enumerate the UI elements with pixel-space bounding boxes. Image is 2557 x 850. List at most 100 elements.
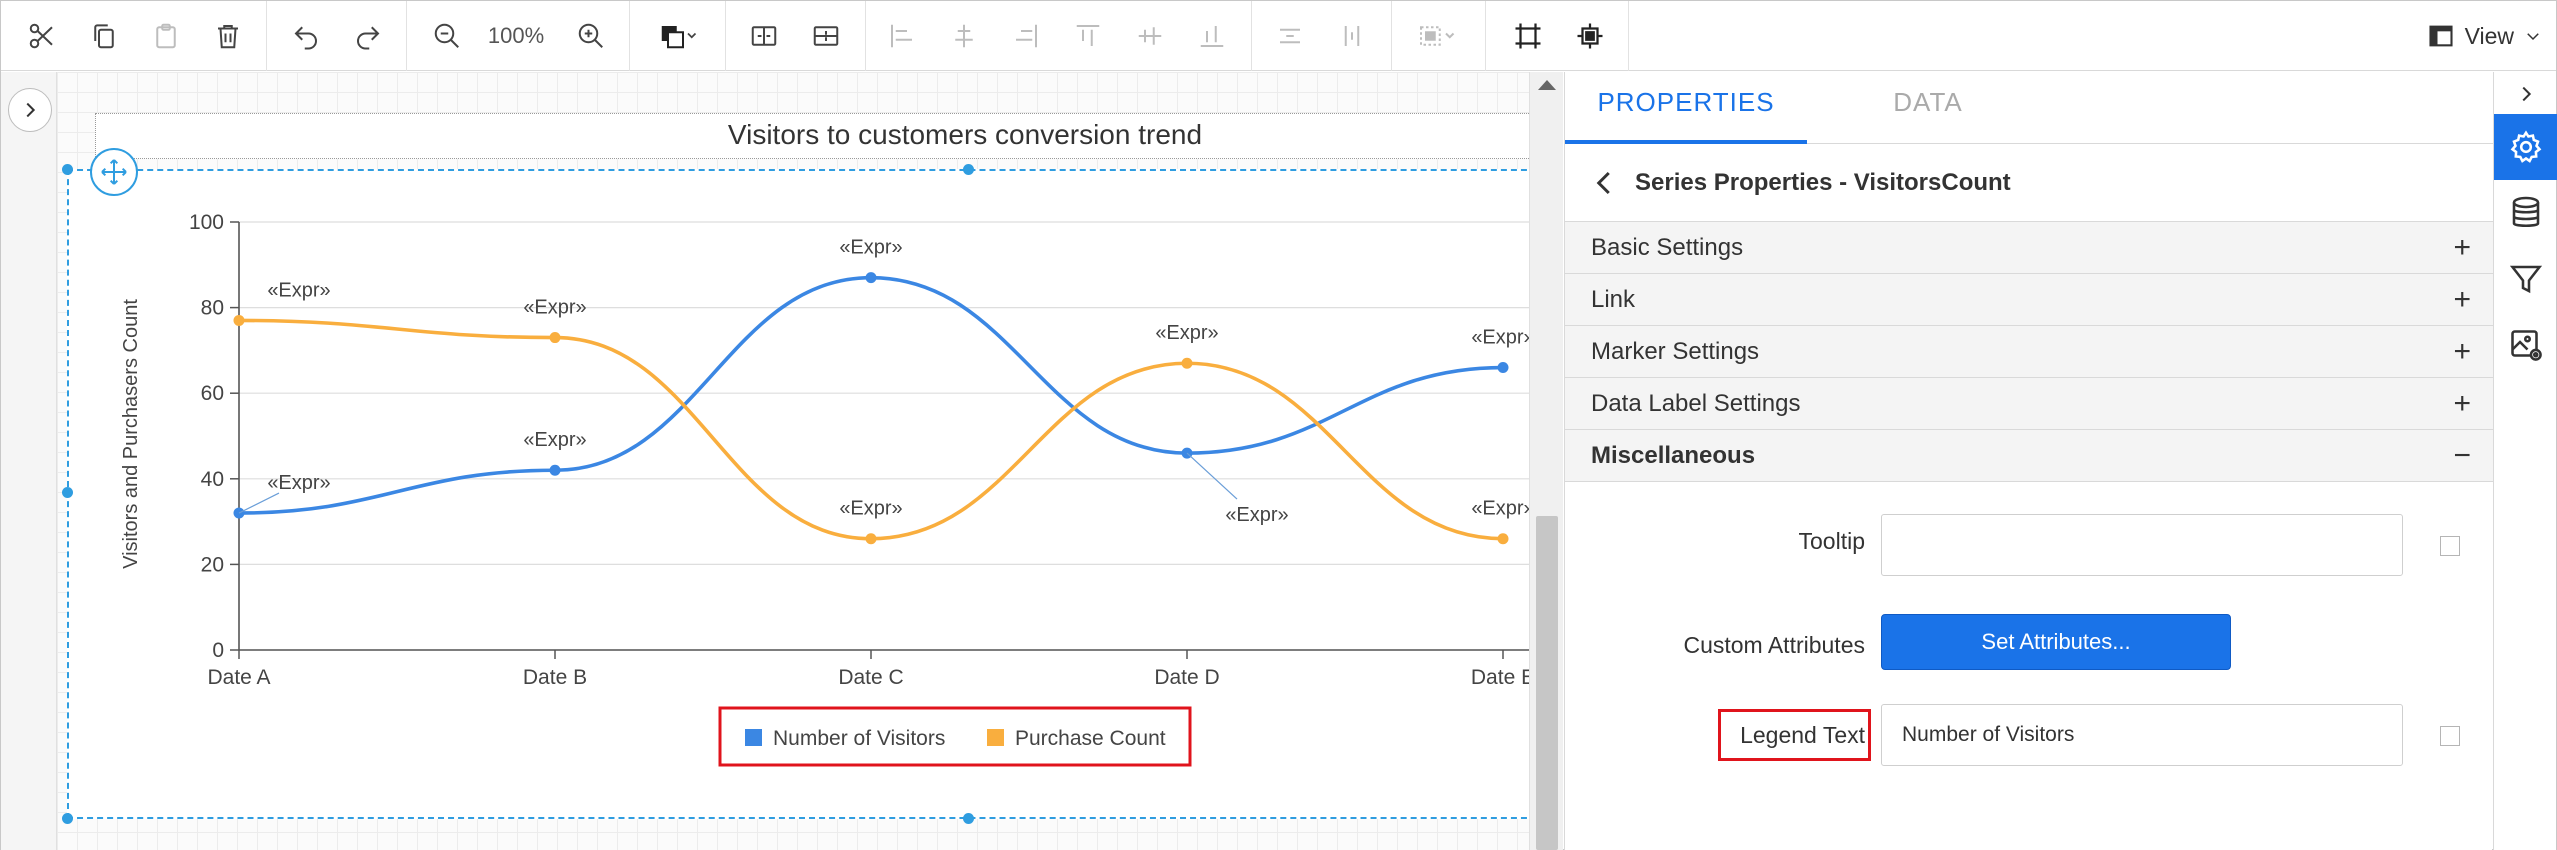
delete-icon[interactable] <box>204 11 252 61</box>
data-label: «Expr» <box>839 237 902 259</box>
fit-to-screen-icon[interactable] <box>1566 11 1614 61</box>
section-marker-settings[interactable]: Marker Settings + <box>1565 326 2493 378</box>
zoom-in-icon[interactable] <box>567 11 615 61</box>
data-point <box>865 533 877 545</box>
data-label: «Expr» <box>267 279 330 301</box>
properties-panel: PROPERTIES DATA Series Properties - Visi… <box>1564 72 2493 850</box>
data-label: «Expr» <box>1471 327 1534 349</box>
legend-entry[interactable]: Number of Visitors <box>773 727 945 750</box>
legend-text-expression-checkbox[interactable] <box>2440 726 2460 746</box>
chart-legend[interactable]: Number of Visitors Purchase Count <box>745 727 1166 750</box>
toolbar-separator <box>725 1 726 71</box>
section-miscellaneous[interactable]: Miscellaneous − <box>1565 430 2493 482</box>
toolbar-separator <box>865 1 866 71</box>
y-tick-label: 60 <box>201 382 224 405</box>
data-point <box>233 314 245 326</box>
data-label-connector <box>238 492 280 514</box>
section-link[interactable]: Link + <box>1565 274 2493 326</box>
panel-tabs: PROPERTIES DATA <box>1565 72 2493 144</box>
set-attributes-button[interactable]: Set Attributes... <box>1881 614 2231 670</box>
tooltip-input[interactable] <box>1881 514 2403 576</box>
tooltip-expression-checkbox[interactable] <box>2440 536 2460 556</box>
expand-icon[interactable]: + <box>2453 387 2471 421</box>
move-handle-icon[interactable] <box>90 148 138 196</box>
panel-title: Series Properties - VisitorsCount <box>1635 168 2011 196</box>
back-arrow-icon[interactable] <box>1575 144 1635 222</box>
legend-swatch <box>987 729 1004 746</box>
redo-icon[interactable] <box>344 11 392 61</box>
view-icon <box>2429 25 2453 47</box>
legend-text-input[interactable] <box>1881 704 2403 766</box>
settings-icon[interactable] <box>2494 114 2557 180</box>
tab-data[interactable]: DATA <box>1807 72 2049 144</box>
y-axis-title: Visitors and Purchasers Count <box>120 299 142 569</box>
align-bottom-icon <box>1188 11 1236 61</box>
data-point <box>865 272 877 284</box>
zoom-out-icon[interactable] <box>423 11 471 61</box>
x-tick-label: Date E <box>1471 666 1535 689</box>
align-top-icon <box>1064 11 1112 61</box>
collapse-icon[interactable]: − <box>2453 439 2471 473</box>
report-designer: 100% View Visitors to customers conversi… <box>0 0 2557 850</box>
fill-color-icon[interactable] <box>646 11 710 61</box>
chevron-right-icon <box>26 102 36 118</box>
design-canvas[interactable]: Visitors to customers conversion trend V… <box>1 72 1563 850</box>
y-axis-ticks: 0 20 40 60 80 100 <box>189 211 240 662</box>
data-point <box>1181 357 1193 369</box>
scroll-up-arrow-icon[interactable] <box>1538 80 1556 90</box>
cut-icon[interactable] <box>18 11 66 61</box>
y-tick-label: 40 <box>201 468 224 491</box>
section-label: Link <box>1591 285 1636 313</box>
toolbar-separator <box>1251 1 1252 71</box>
series-line <box>238 275 1504 515</box>
legend-entry[interactable]: Purchase Count <box>1015 727 1166 750</box>
image-settings-icon[interactable] <box>2494 312 2557 378</box>
group-icon[interactable] <box>740 11 788 61</box>
toolbar-separator <box>629 1 630 71</box>
paste-icon <box>142 11 190 61</box>
data-label: «Expr» <box>523 297 586 319</box>
data-point <box>233 507 245 519</box>
toolbar-separator <box>1485 1 1486 71</box>
database-icon[interactable] <box>2494 180 2557 246</box>
chart: Visitors to customers conversion trend V… <box>120 119 1535 767</box>
zoom-value[interactable]: 100% <box>481 11 551 61</box>
expand-icon[interactable]: + <box>2453 335 2471 369</box>
fit-to-page-icon[interactable] <box>1504 11 1552 61</box>
x-axis-ticks: Date A Date B Date C Date D Date E <box>207 649 1535 689</box>
data-point <box>549 464 561 476</box>
scrollbar-thumb[interactable] <box>1536 516 1558 850</box>
tooltip-label: Tooltip <box>1798 528 1865 554</box>
legend-text-label-highlight <box>1718 709 1871 761</box>
toolbar-separator <box>266 1 267 71</box>
filter-icon[interactable] <box>2494 246 2557 312</box>
chart-gridlines <box>239 221 1529 651</box>
data-point <box>1497 362 1509 374</box>
align-middle-icon <box>1126 11 1174 61</box>
data-label: «Expr» <box>839 498 902 520</box>
collapse-panel-button[interactable] <box>2494 74 2557 114</box>
distribute-horizontal-icon <box>1266 11 1314 61</box>
y-tick-label: 0 <box>212 639 224 662</box>
tab-properties[interactable]: PROPERTIES <box>1565 72 1807 144</box>
x-tick-label: Date B <box>523 666 587 689</box>
expand-icon[interactable]: + <box>2453 283 2471 317</box>
data-label: «Expr» <box>523 429 586 451</box>
expand-panel-button[interactable] <box>8 88 52 132</box>
data-point <box>1497 533 1509 545</box>
ungroup-icon[interactable] <box>802 11 850 61</box>
view-button[interactable]: View <box>2427 11 2542 61</box>
toolbar-separator <box>1391 1 1392 71</box>
undo-icon[interactable] <box>282 11 330 61</box>
expand-icon[interactable]: + <box>2453 231 2471 265</box>
data-label: «Expr» <box>267 472 330 494</box>
section-basic-settings[interactable]: Basic Settings + <box>1565 222 2493 274</box>
data-label-connector <box>1186 452 1238 500</box>
section-data-label-settings[interactable]: Data Label Settings + <box>1565 378 2493 430</box>
toolbar-separator <box>1628 1 1629 71</box>
toolbar: 100% View <box>1 1 2556 71</box>
vertical-scrollbar[interactable] <box>1529 72 1563 850</box>
x-tick-label: Date C <box>838 666 903 689</box>
copy-icon[interactable] <box>80 11 128 61</box>
data-point <box>549 332 561 344</box>
